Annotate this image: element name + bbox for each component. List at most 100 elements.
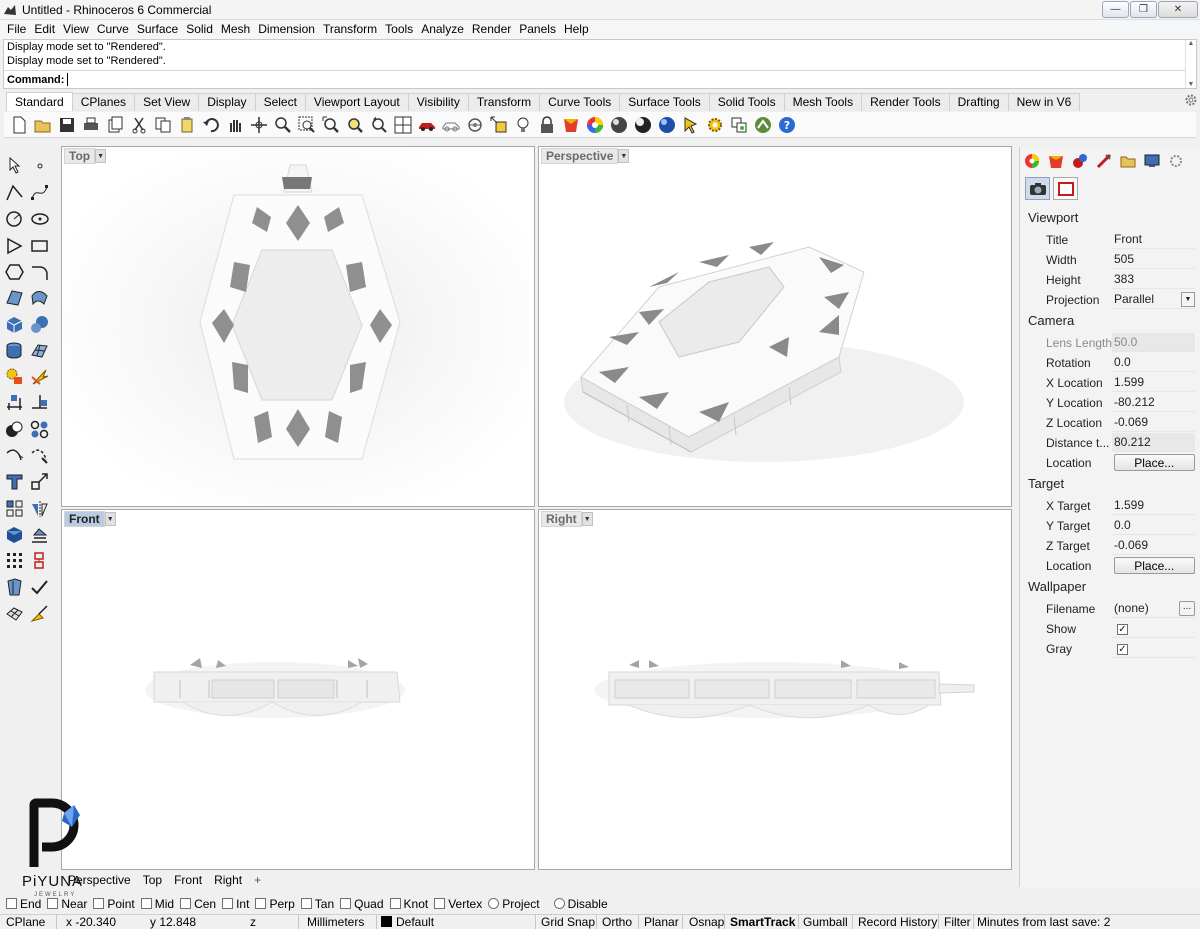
- dimension-icon[interactable]: [3, 391, 25, 413]
- rotate-view-icon[interactable]: [248, 114, 270, 136]
- prop-value[interactable]: 1.599: [1112, 496, 1195, 515]
- status-filter[interactable]: Filter: [944, 915, 971, 929]
- mesh-icon[interactable]: [3, 602, 25, 624]
- tab-render-tools[interactable]: Render Tools: [861, 93, 950, 111]
- open-icon[interactable]: [32, 114, 54, 136]
- zoom-selected-icon[interactable]: [344, 114, 366, 136]
- osnap-disable[interactable]: Disable: [553, 897, 608, 911]
- status-cplane[interactable]: CPlane: [6, 915, 45, 929]
- viewport-title[interactable]: Front: [64, 511, 105, 527]
- status-osnap[interactable]: Osnap: [689, 915, 724, 929]
- cut-icon[interactable]: [128, 114, 150, 136]
- hexagon-icon[interactable]: [3, 260, 25, 282]
- menu-file[interactable]: File: [3, 20, 30, 39]
- split-icon[interactable]: [28, 444, 50, 466]
- menu-view[interactable]: View: [59, 20, 93, 39]
- target-place-button[interactable]: Place...: [1113, 557, 1195, 574]
- folder-icon[interactable]: [1118, 152, 1138, 170]
- osnap-radio[interactable]: [553, 898, 565, 909]
- rotate-icon[interactable]: [368, 114, 390, 136]
- filename-field[interactable]: (none)...: [1112, 599, 1195, 618]
- viewport-frame-icon[interactable]: [1053, 177, 1078, 200]
- undo-icon[interactable]: [200, 114, 222, 136]
- materials-icon[interactable]: [1070, 152, 1090, 170]
- prop-value[interactable]: 505: [1112, 250, 1195, 269]
- tab-select[interactable]: Select: [254, 93, 306, 111]
- status-planar[interactable]: Planar: [644, 915, 679, 929]
- color-wheel-icon[interactable]: [584, 114, 606, 136]
- scroll-down-icon[interactable]: ▼: [1188, 81, 1195, 88]
- solid-box-icon[interactable]: [3, 523, 25, 545]
- tab-visibility[interactable]: Visibility: [407, 93, 469, 111]
- viewport-title[interactable]: Perspective: [541, 148, 619, 164]
- osnap-checkbox[interactable]: [180, 898, 192, 909]
- osnap-mid[interactable]: Mid: [140, 897, 174, 911]
- viewport-title[interactable]: Top: [64, 148, 96, 164]
- vptab-front[interactable]: Front: [168, 872, 208, 888]
- boolean-icon[interactable]: [3, 418, 25, 440]
- osnap-checkbox[interactable]: [140, 898, 152, 909]
- prop-value[interactable]: 80.212: [1112, 433, 1195, 452]
- osnap-checkbox[interactable]: [222, 898, 234, 909]
- grasshopper-icon[interactable]: [752, 114, 774, 136]
- tab-transform[interactable]: Transform: [467, 93, 541, 111]
- mesh-plane-icon[interactable]: [28, 339, 50, 361]
- osnap-checkbox[interactable]: [93, 898, 105, 909]
- layer-icon[interactable]: [560, 114, 582, 136]
- import-icon[interactable]: [104, 114, 126, 136]
- environment-icon[interactable]: [1094, 152, 1114, 170]
- prop-value[interactable]: -0.069: [1112, 413, 1195, 432]
- tab-new-in-v6[interactable]: New in V6: [1007, 93, 1081, 111]
- help-icon[interactable]: ?: [776, 114, 798, 136]
- status-smarttrack[interactable]: SmartTrack: [730, 915, 795, 929]
- zoom-window-icon[interactable]: [296, 114, 318, 136]
- select-arrow-icon[interactable]: [3, 154, 25, 176]
- trim-icon[interactable]: [3, 444, 25, 466]
- scale-icon[interactable]: [28, 470, 50, 492]
- tab-set-view[interactable]: Set View: [134, 93, 200, 111]
- viewport-right[interactable]: Right ▼: [538, 509, 1012, 870]
- prop-value[interactable]: 0.0: [1112, 353, 1195, 372]
- menu-analyze[interactable]: Analyze: [417, 20, 468, 39]
- ellipse-icon[interactable]: [28, 207, 50, 229]
- osnap-point[interactable]: Point: [93, 897, 135, 911]
- tab-viewport-layout[interactable]: Viewport Layout: [304, 93, 409, 111]
- viewport-label[interactable]: Front ▼: [64, 511, 116, 527]
- zoom-icon[interactable]: [272, 114, 294, 136]
- vptab-right[interactable]: Right: [208, 872, 248, 888]
- array-icon[interactable]: [3, 497, 25, 519]
- prop-value[interactable]: -0.069: [1112, 536, 1195, 555]
- control-point-curve-icon[interactable]: [28, 181, 50, 203]
- viewport-perspective[interactable]: Perspective ▼: [538, 146, 1012, 507]
- minimize-button[interactable]: —: [1102, 1, 1129, 18]
- command-line[interactable]: Command:: [4, 70, 1186, 88]
- prop-value[interactable]: 1.599: [1112, 373, 1195, 392]
- status-gumball[interactable]: Gumball: [803, 915, 848, 929]
- status-record-history[interactable]: Record History: [858, 915, 937, 929]
- menu-surface[interactable]: Surface: [133, 20, 182, 39]
- viewport-label[interactable]: Right ▼: [541, 511, 593, 527]
- fillet-curve-icon[interactable]: [28, 260, 50, 282]
- browse-button[interactable]: ...: [1179, 600, 1195, 616]
- viewport-label[interactable]: Perspective ▼: [541, 148, 630, 164]
- command-scrollbar[interactable]: ▲ ▼: [1185, 40, 1196, 88]
- render-tools-icon[interactable]: [3, 365, 25, 387]
- menu-edit[interactable]: Edit: [30, 20, 59, 39]
- osnap-perp[interactable]: Perp: [255, 897, 295, 911]
- material-icon[interactable]: [608, 114, 630, 136]
- extrude-icon[interactable]: [3, 470, 25, 492]
- osnap-checkbox[interactable]: [300, 898, 312, 909]
- point-icon[interactable]: [28, 154, 50, 176]
- four-viewports-icon[interactable]: [392, 114, 414, 136]
- rectangle-icon[interactable]: [28, 234, 50, 256]
- osnap-project[interactable]: Project: [488, 897, 540, 911]
- loft-icon[interactable]: [28, 286, 50, 308]
- ghosted-icon[interactable]: [464, 114, 486, 136]
- zoom-extents-icon[interactable]: [320, 114, 342, 136]
- menu-tools[interactable]: Tools: [381, 20, 417, 39]
- viewport-title[interactable]: Right: [541, 511, 582, 527]
- viewport-label[interactable]: Top ▼: [64, 148, 107, 164]
- polyline-icon[interactable]: [3, 181, 25, 203]
- gray-checkbox[interactable]: ✓: [1117, 644, 1128, 655]
- tab-drafting[interactable]: Drafting: [948, 93, 1009, 111]
